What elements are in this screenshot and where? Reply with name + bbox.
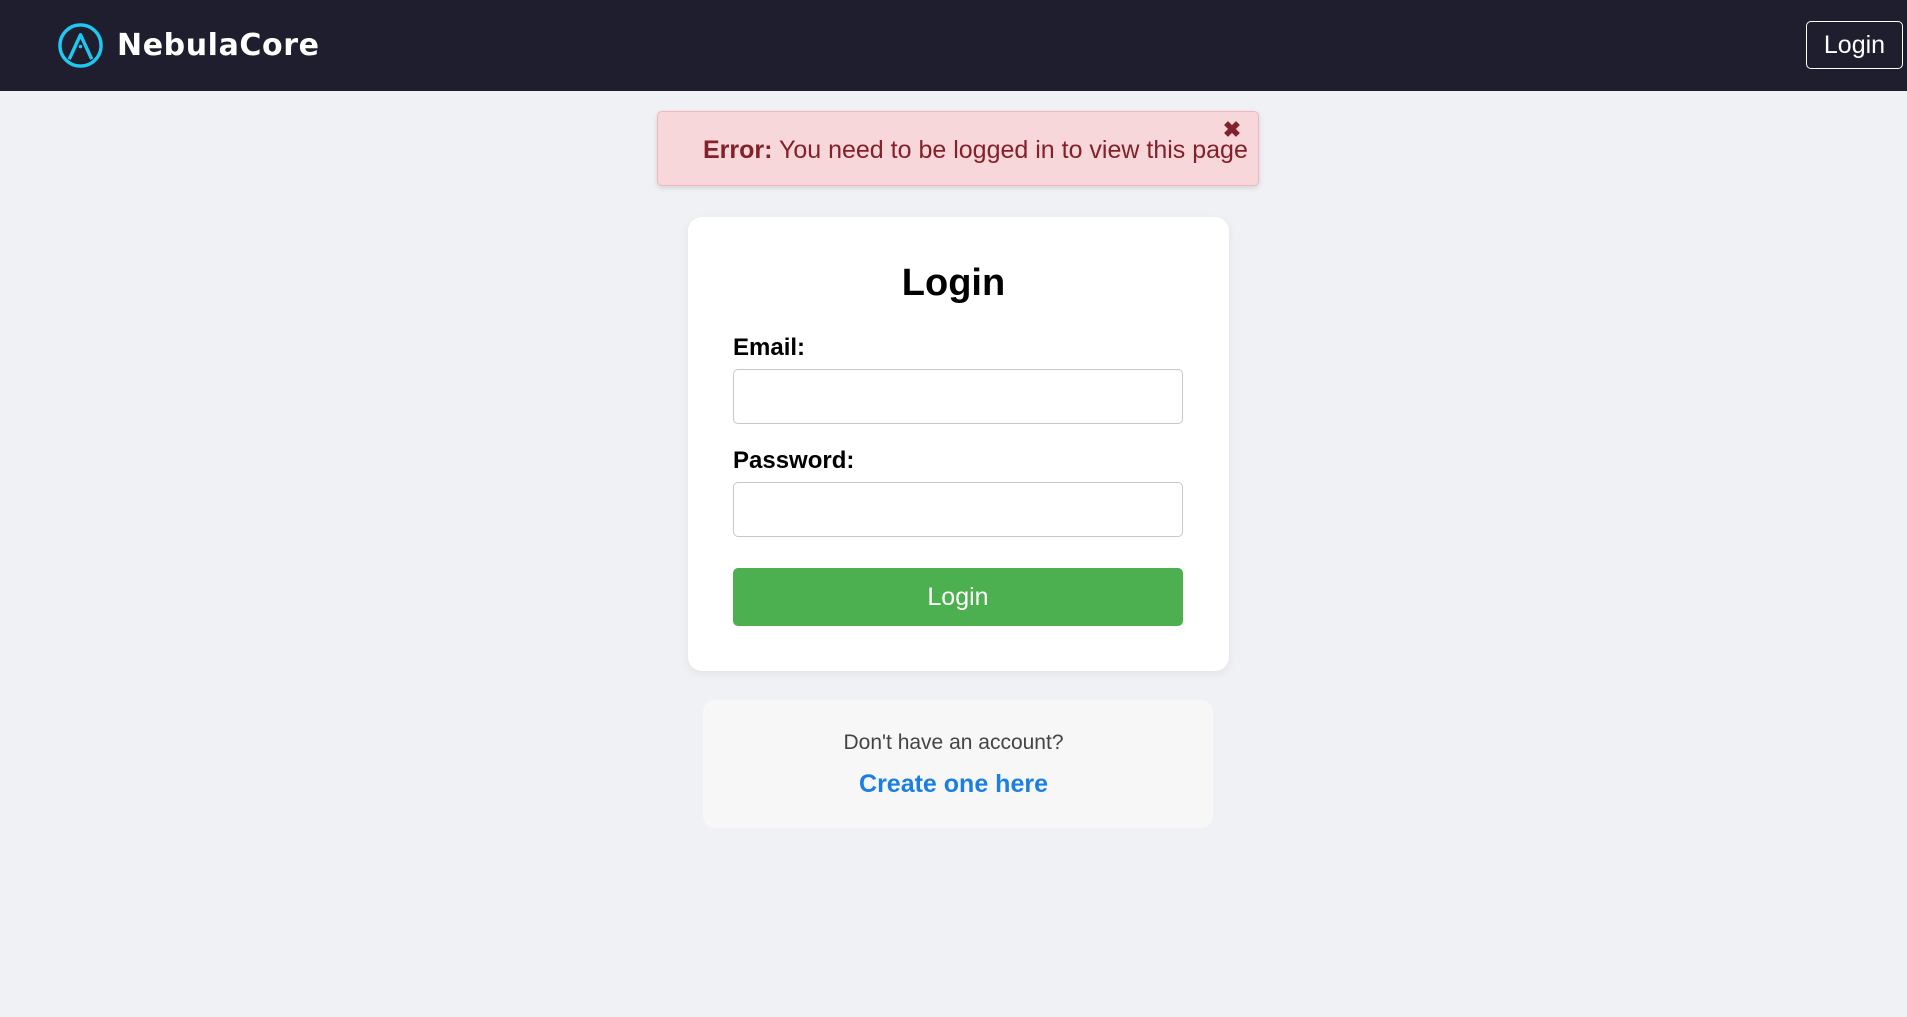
brand-name: NebulaCore <box>117 27 320 63</box>
brand[interactable]: NebulaCore <box>57 21 320 69</box>
alert-text: Error: You need to be logged in to view … <box>703 136 1248 165</box>
nav-login-button[interactable]: Login <box>1806 21 1903 69</box>
email-label: Email: <box>733 334 806 361</box>
login-title: Login <box>901 262 1006 304</box>
email-field[interactable] <box>733 369 1183 424</box>
create-account-link-container: Create one here <box>0 770 1907 799</box>
error-alert: Error: You need to be logged in to view … <box>657 111 1259 186</box>
alert-message: You need to be logged in to view this pa… <box>772 136 1248 164</box>
top-navbar: NebulaCore Login <box>0 0 1907 91</box>
password-label: Password: <box>733 447 855 474</box>
alert-prefix: Error: <box>703 136 773 164</box>
signup-box <box>703 700 1213 828</box>
close-icon[interactable]: ✖ <box>1218 116 1246 144</box>
nebula-logo-icon <box>58 22 103 68</box>
login-submit-button[interactable]: Login <box>733 568 1183 626</box>
signup-prompt: Don't have an account? <box>843 731 1064 754</box>
create-account-link[interactable]: Create one here <box>859 770 1048 798</box>
password-field[interactable] <box>733 482 1183 537</box>
